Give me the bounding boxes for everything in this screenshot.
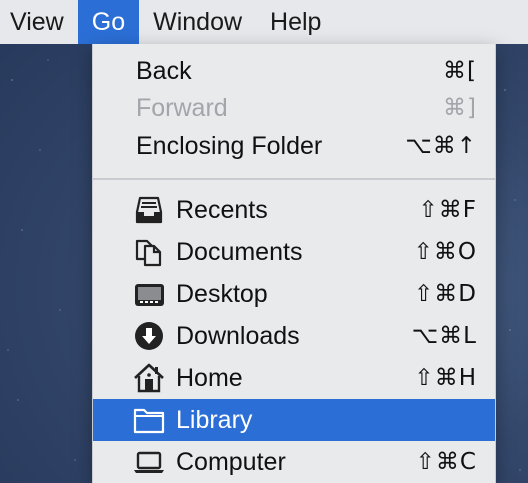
- menu-item-label: Home: [176, 363, 243, 392]
- menu-separator: [93, 178, 495, 180]
- menu-item-recents[interactable]: Recents ⇧⌘F: [93, 189, 495, 231]
- home-icon: [133, 363, 165, 393]
- documents-icon: [133, 237, 165, 267]
- recents-icon: [133, 195, 165, 225]
- folder-icon: [133, 405, 165, 435]
- menu-item-home[interactable]: Home ⇧⌘H: [93, 357, 495, 399]
- menu-item-shortcut: ⇧⌘F: [418, 197, 477, 223]
- menu-item-label: Downloads: [176, 321, 300, 350]
- menu-item-shortcut: ⇧⌘C: [415, 449, 477, 475]
- menu-item-desktop[interactable]: Desktop ⇧⌘D: [93, 273, 495, 315]
- menu-item-documents[interactable]: Documents ⇧⌘O: [93, 231, 495, 273]
- menu-item-shortcut: ⇧⌘H: [414, 365, 477, 391]
- menu-item-forward: Forward ⌘]: [93, 87, 495, 129]
- menu-item-label: Documents: [176, 237, 303, 266]
- menu-item-label: Desktop: [176, 279, 268, 308]
- menu-item-label: Computer: [176, 447, 286, 476]
- menu-item-shortcut: ⌘]: [443, 95, 477, 121]
- menu-item-shortcut: ⌘[: [443, 58, 477, 84]
- menu-item-library[interactable]: Library: [93, 399, 495, 441]
- menu-item-label: Forward: [136, 93, 228, 122]
- menubar-help[interactable]: Help: [256, 0, 335, 44]
- menu-item-label: Library: [176, 405, 253, 434]
- go-menu: Back ⌘[ Forward ⌘] Enclosing Folder ⌥⌘↑ …: [92, 44, 496, 483]
- menubar-go[interactable]: Go: [77, 0, 140, 44]
- menu-item-shortcut: ⇧⌘D: [414, 281, 477, 307]
- menu-item-shortcut: ⌥⌘L: [411, 323, 477, 349]
- downloads-icon: [133, 321, 165, 351]
- menubar-view[interactable]: View: [0, 0, 78, 44]
- menubar-window[interactable]: Window: [139, 0, 256, 44]
- computer-icon: [133, 447, 165, 477]
- menu-item-enclosing-folder[interactable]: Enclosing Folder ⌥⌘↑: [93, 125, 495, 167]
- menu-item-downloads[interactable]: Downloads ⌥⌘L: [93, 315, 495, 357]
- menu-item-computer[interactable]: Computer ⇧⌘C: [93, 441, 495, 483]
- menu-item-shortcut: ⌥⌘↑: [405, 133, 477, 159]
- menu-item-shortcut: ⇧⌘O: [413, 239, 477, 265]
- menu-item-label: Back: [136, 56, 192, 85]
- menu-item-label: Recents: [176, 195, 268, 224]
- menu-item-back[interactable]: Back ⌘[: [93, 50, 495, 92]
- desktop-icon: [133, 279, 165, 309]
- menu-bar: View Go Window Help: [0, 0, 528, 44]
- menu-item-label: Enclosing Folder: [136, 131, 323, 160]
